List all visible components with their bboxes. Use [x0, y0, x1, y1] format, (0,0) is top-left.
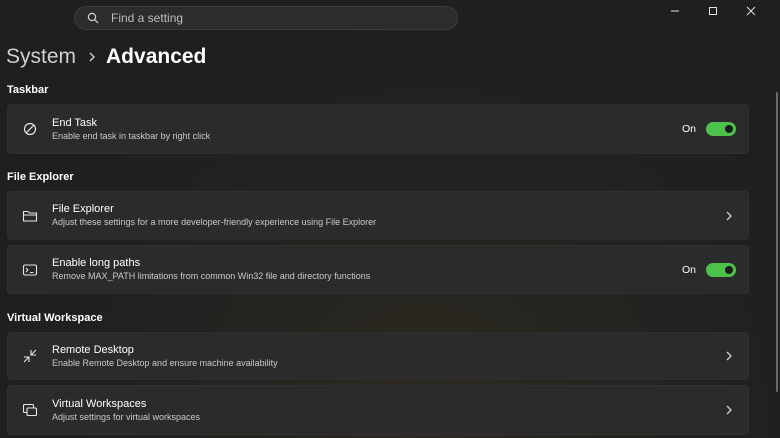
remote-desktop-title: Remote Desktop	[52, 343, 134, 356]
toggle-knob	[725, 265, 733, 274]
remote-desktop-text: Remote Desktop Enable Remote Desktop and…	[52, 343, 722, 370]
minimize-button[interactable]	[656, 4, 694, 20]
breadcrumb-system[interactable]: System	[6, 45, 76, 69]
window-controls	[656, 4, 770, 20]
end-task-text: End Task Enable end task in taskbar by r…	[52, 116, 682, 143]
maximize-icon	[708, 3, 718, 21]
long-paths-toggle[interactable]	[706, 262, 736, 277]
scrollbar[interactable]	[776, 92, 778, 392]
remote-desktop-card[interactable]: Remote Desktop Enable Remote Desktop and…	[7, 332, 749, 380]
virtual-workspaces-icon	[8, 403, 52, 417]
end-task-toggle-label: On	[681, 123, 696, 135]
end-task-toggle[interactable]	[706, 122, 736, 136]
virtual-workspaces-title: Virtual Workspaces	[52, 397, 147, 410]
file-explorer-title: File Explorer	[52, 203, 114, 215]
search-icon	[85, 10, 101, 26]
maximize-button[interactable]	[694, 4, 732, 20]
long-paths-toggle-label: On	[681, 263, 696, 276]
page-title: Advanced	[106, 45, 207, 68]
breadcrumb: System Advanced	[6, 42, 206, 72]
search-input[interactable]: Find a setting	[111, 11, 183, 25]
close-icon	[746, 3, 756, 21]
end-task-card: End Task Enable end task in taskbar by r…	[7, 104, 749, 154]
toggle-knob	[725, 125, 733, 133]
long-paths-title: Enable long paths	[52, 257, 141, 269]
folder-icon	[8, 209, 52, 223]
end-task-desc: Enable end task in taskbar by right clic…	[52, 130, 211, 141]
chevron-right-icon	[722, 349, 736, 363]
remote-desktop-desc: Enable Remote Desktop and ensure machine…	[52, 357, 278, 368]
virtual-workspaces-desc: Adjust settings for virtual workspaces	[52, 411, 201, 422]
virtual-workspaces-card[interactable]: Virtual Workspaces Adjust settings for v…	[7, 385, 749, 435]
section-title-taskbar: Taskbar	[7, 84, 49, 96]
long-paths-card: Enable long paths Remove MAX_PATH limita…	[7, 245, 749, 294]
chevron-right-icon	[88, 51, 96, 63]
section-title-file-explorer: File Explorer	[7, 171, 74, 183]
remote-desktop-icon	[8, 348, 52, 364]
chevron-right-icon	[722, 209, 736, 223]
file-explorer-desc: Adjust these settings for a more develop…	[52, 217, 377, 227]
block-icon	[8, 122, 52, 136]
long-paths-desc: Remove MAX_PATH limitations from common …	[52, 271, 371, 281]
long-paths-text: Enable long paths Remove MAX_PATH limita…	[52, 256, 682, 283]
virtual-workspaces-text: Virtual Workspaces Adjust settings for v…	[52, 397, 722, 424]
section-title-virtual-workspace: Virtual Workspace	[7, 312, 103, 324]
close-button[interactable]	[732, 4, 770, 20]
end-task-title: End Task	[52, 116, 98, 129]
minimize-icon	[670, 3, 680, 21]
long-paths-icon	[8, 263, 52, 277]
file-explorer-card[interactable]: File Explorer Adjust these settings for …	[7, 191, 749, 240]
search-box[interactable]: Find a setting	[74, 6, 458, 30]
file-explorer-text: File Explorer Adjust these settings for …	[52, 202, 722, 229]
chevron-right-icon	[722, 403, 736, 417]
